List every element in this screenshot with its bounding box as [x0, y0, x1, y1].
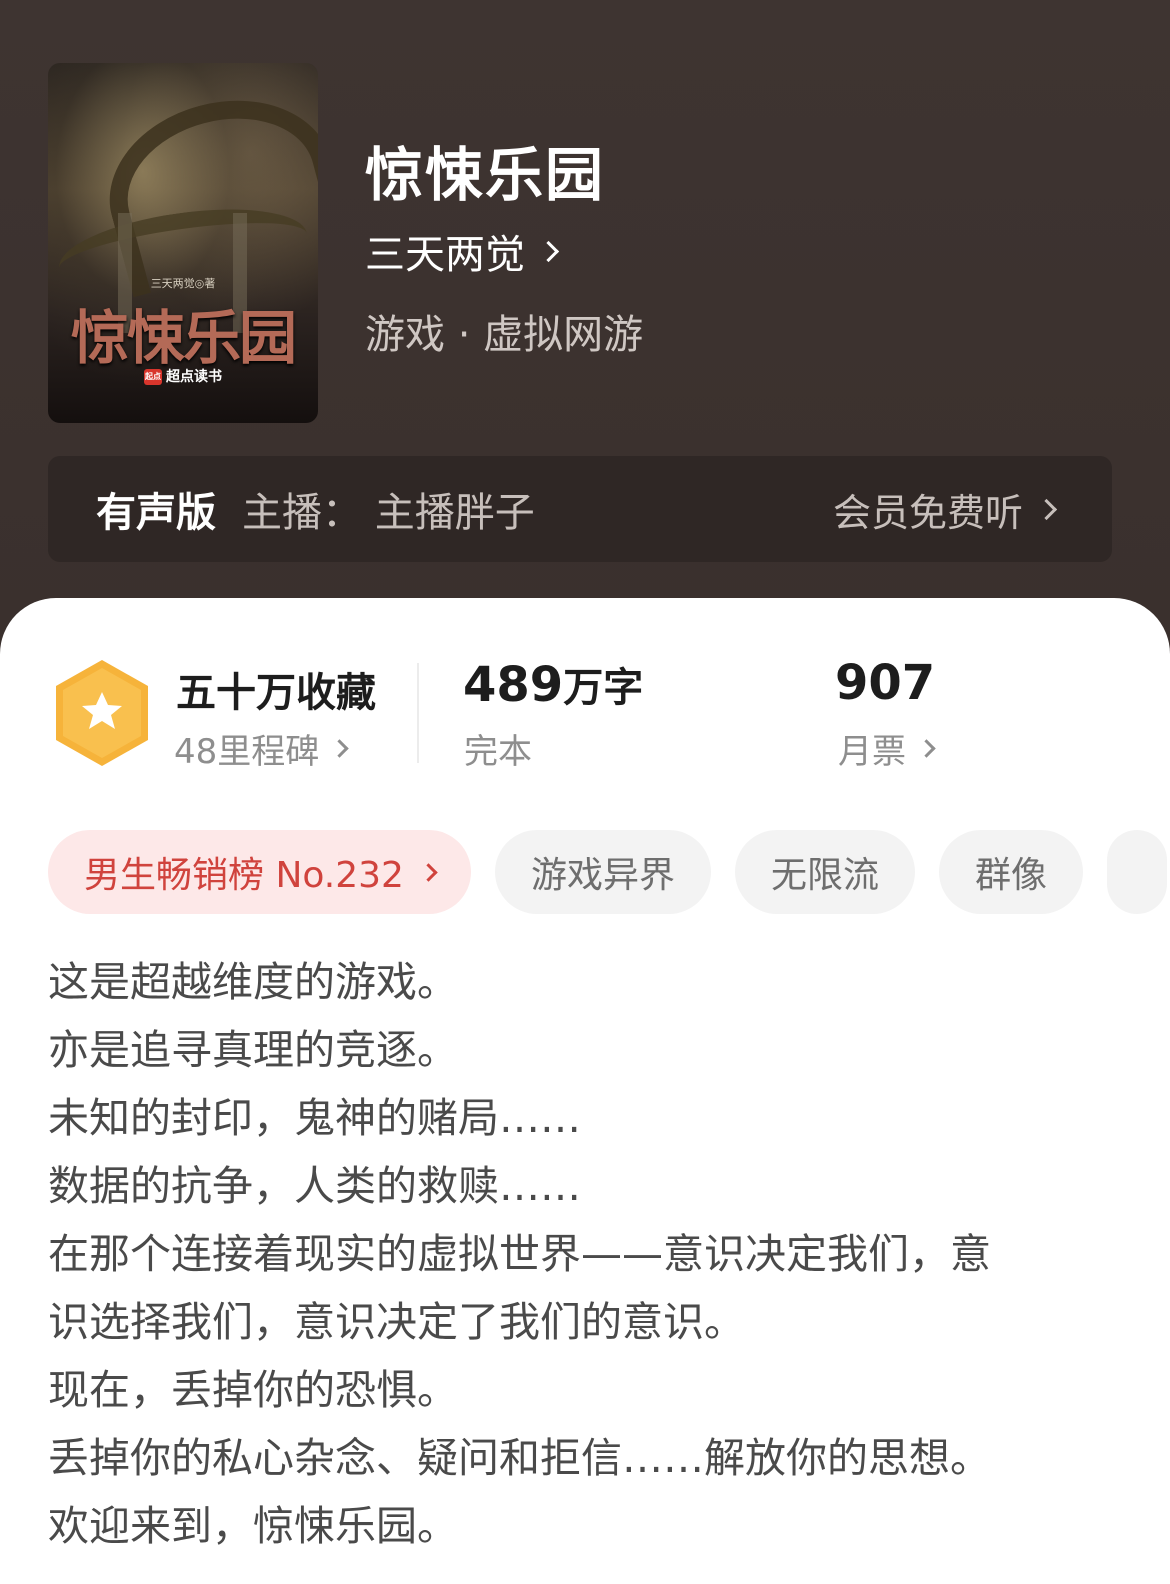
brand-logo-icon: 起点 — [144, 369, 162, 385]
synopsis-line: 亦是追寻真理的竞逐。 — [48, 1026, 458, 1074]
book-title: 惊悚乐园 — [365, 141, 606, 209]
book-cover[interactable]: 三天两觉◎著 惊悚乐园 起点 超点读书 — [48, 63, 318, 423]
synopsis-line: 在那个连接着现实的虚拟世界——意识决定我们，意 — [48, 1230, 991, 1278]
word-count: 489万字 — [463, 655, 643, 713]
stats-divider — [417, 663, 419, 763]
tag-rank-label: 男生畅销榜 No.232 — [84, 855, 404, 896]
star-badge-icon — [56, 660, 148, 766]
chevron-right-icon — [1035, 498, 1058, 520]
tag-item[interactable]: 无限流 — [734, 830, 915, 914]
chevron-right-icon — [330, 739, 349, 758]
monthly-votes-count: 907 — [835, 655, 936, 711]
audio-host: 主播： 主播胖子 — [242, 490, 535, 536]
tag-item-partial[interactable] — [1106, 830, 1167, 914]
chevron-right-icon — [917, 739, 936, 758]
chevron-right-icon — [419, 862, 438, 882]
member-free-listen-link[interactable]: 会员免费听 — [832, 456, 1058, 562]
tag-list: 男生畅销榜 No.232 游戏异界 无限流 群像 — [48, 830, 1167, 914]
collections-count: 五十万收藏 — [176, 670, 376, 716]
book-detail-page: 三天两觉◎著 惊悚乐园 起点 超点读书 惊悚乐园 三天两觉 游戏 · 虚拟网游 有… — [0, 0, 1170, 1584]
author-name: 三天两觉 — [365, 232, 525, 278]
tag-item[interactable]: 群像 — [938, 830, 1083, 914]
synopsis-line: 欢迎来到，惊悚乐园。 — [48, 1502, 458, 1550]
word-count-value: 489 — [463, 657, 564, 713]
audio-version-bar[interactable]: 有声版 主播： 主播胖子 会员免费听 — [48, 456, 1112, 562]
synopsis-line: 这是超越维度的游戏。 — [48, 958, 458, 1006]
synopsis-line: 未知的封印，鬼神的赌局…… — [48, 1094, 581, 1142]
member-free-listen-label: 会员免费听 — [832, 490, 1023, 535]
word-count-unit: 万字 — [563, 665, 644, 711]
cover-brand-name: 超点读书 — [166, 369, 222, 385]
synopsis-line: 数据的抗争，人类的救赎…… — [48, 1162, 581, 1210]
milestones-link[interactable]: 48里程碑 — [174, 724, 349, 773]
completion-status: 完本 — [464, 732, 532, 772]
tag-rank[interactable]: 男生畅销榜 No.232 — [48, 830, 471, 914]
cover-brand: 起点 超点读书 — [48, 366, 318, 386]
monthly-votes-label: 月票 — [838, 732, 906, 772]
author-link[interactable]: 三天两觉 — [365, 222, 560, 280]
audio-version-label: 有声版 — [96, 490, 216, 536]
milestones-label: 48里程碑 — [174, 732, 320, 772]
synopsis: 这是超越维度的游戏。 亦是追寻真理的竞逐。 未知的封印，鬼神的赌局…… 数据的抗… — [48, 948, 1108, 1560]
cover-author-credit: 三天两觉◎著 — [150, 277, 216, 290]
synopsis-line: 丢掉你的私心杂念、疑问和拒信……解放你的思想。 — [48, 1434, 991, 1482]
chevron-right-icon — [537, 240, 560, 262]
synopsis-line: 识选择我们，意识决定了我们的意识。 — [48, 1298, 745, 1346]
synopsis-line: 现在，丢掉你的恐惧。 — [48, 1366, 458, 1414]
genre-text: 游戏 · 虚拟网游 — [365, 312, 644, 358]
tag-item[interactable]: 游戏异界 — [494, 830, 711, 914]
monthly-votes-link[interactable]: 月票 — [838, 724, 936, 773]
cover-title: 惊悚乐园 — [70, 304, 297, 372]
